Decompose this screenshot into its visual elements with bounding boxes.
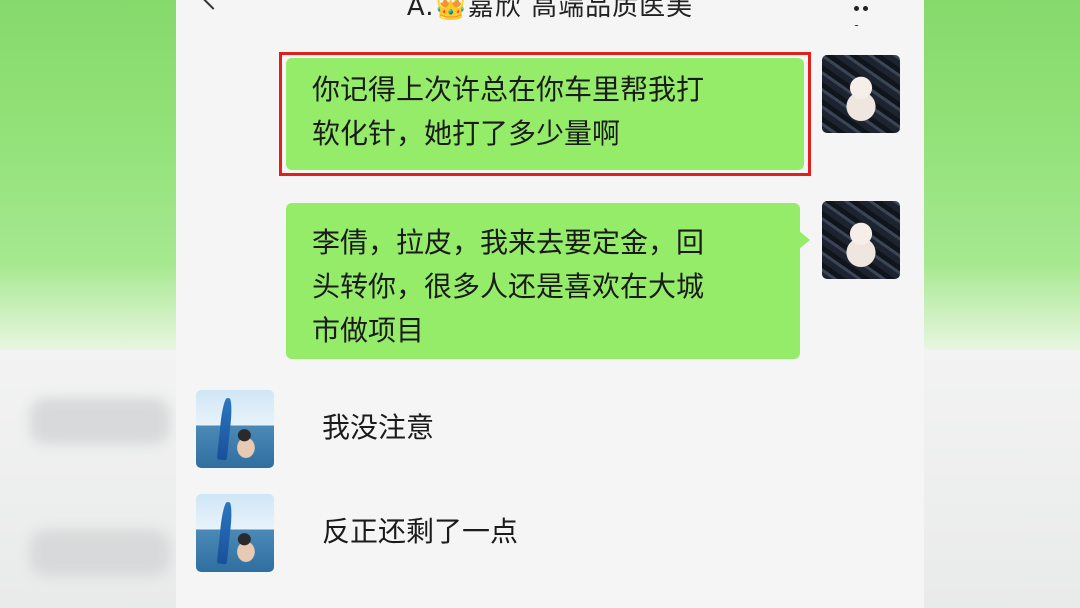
avatar[interactable] [196,390,274,468]
blurred-green-area [0,0,176,350]
blurred-grey-area [924,350,1080,608]
blurred-background-left [0,0,176,608]
chat-panel: A.👑嘉欣 高端品质医美 你记得上次许总在你车里帮我打 软化针，她打了多少量啊 … [176,0,924,608]
chat-title: A.👑嘉欣 高端品质医美 [406,0,694,22]
message-line: 市做项目 [312,314,425,347]
sent-message-bubble[interactable]: 你记得上次许总在你车里帮我打 软化针，她打了多少量啊 [286,58,804,170]
message-line: 你记得上次许总在你车里帮我打 [312,73,705,106]
avatar[interactable] [196,494,274,572]
message-line: 头转你，很多人还是喜欢在大城 [312,270,705,303]
chat-header: A.👑嘉欣 高端品质医美 [176,0,924,26]
more-icon[interactable] [854,0,880,26]
blurred-background-right [924,0,1080,608]
blurred-green-area [924,0,1080,350]
received-message-bubble[interactable]: 反正还剩了一点 [296,494,696,572]
message-line: 李倩，拉皮，我来去要定金，回 [312,226,705,259]
message-line: 反正还剩了一点 [322,515,519,548]
avatar[interactable] [822,55,900,133]
blurred-shape [30,398,170,444]
sent-message-bubble[interactable]: 李倩，拉皮，我来去要定金，回 头转你，很多人还是喜欢在大城 市做项目 [286,203,800,359]
received-message-bubble[interactable]: 我没注意 [296,390,696,468]
blurred-shape [30,530,170,576]
bubble-tail [799,231,810,249]
avatar[interactable] [822,201,900,279]
message-line: 软化针，她打了多少量啊 [312,117,621,150]
message-line: 我没注意 [322,411,435,444]
